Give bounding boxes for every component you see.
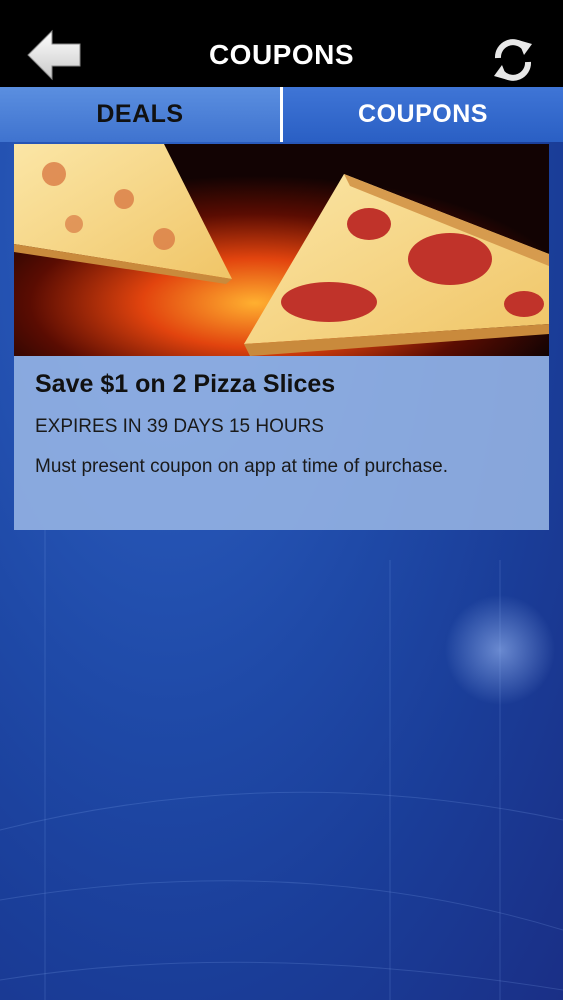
coupon-description: Must present coupon on app at time of pu… <box>35 456 448 477</box>
pizza-slices-image <box>14 144 549 356</box>
page-title: COUPONS <box>208 39 355 70</box>
refresh-icon <box>494 39 532 81</box>
refresh-button[interactable] <box>488 36 538 84</box>
tab-bar: DEALS COUPONS <box>0 87 563 142</box>
coupon-expiry: EXPIRES IN 39 DAYS 15 HOURS <box>35 416 324 437</box>
tab-deals[interactable]: DEALS <box>0 87 283 142</box>
coupon-image <box>14 144 549 356</box>
tab-coupons[interactable]: COUPONS <box>283 87 563 142</box>
coupon-title: Save $1 on 2 Pizza Slices <box>35 370 336 398</box>
top-bar: COUPONS <box>0 0 563 87</box>
coupon-card[interactable]: Save $1 on 2 Pizza Slices EXPIRES IN 39 … <box>14 144 549 530</box>
coupons-screen: COUPONS DEALS COUPONS Save $1 on 2 Pizza… <box>0 0 563 1000</box>
